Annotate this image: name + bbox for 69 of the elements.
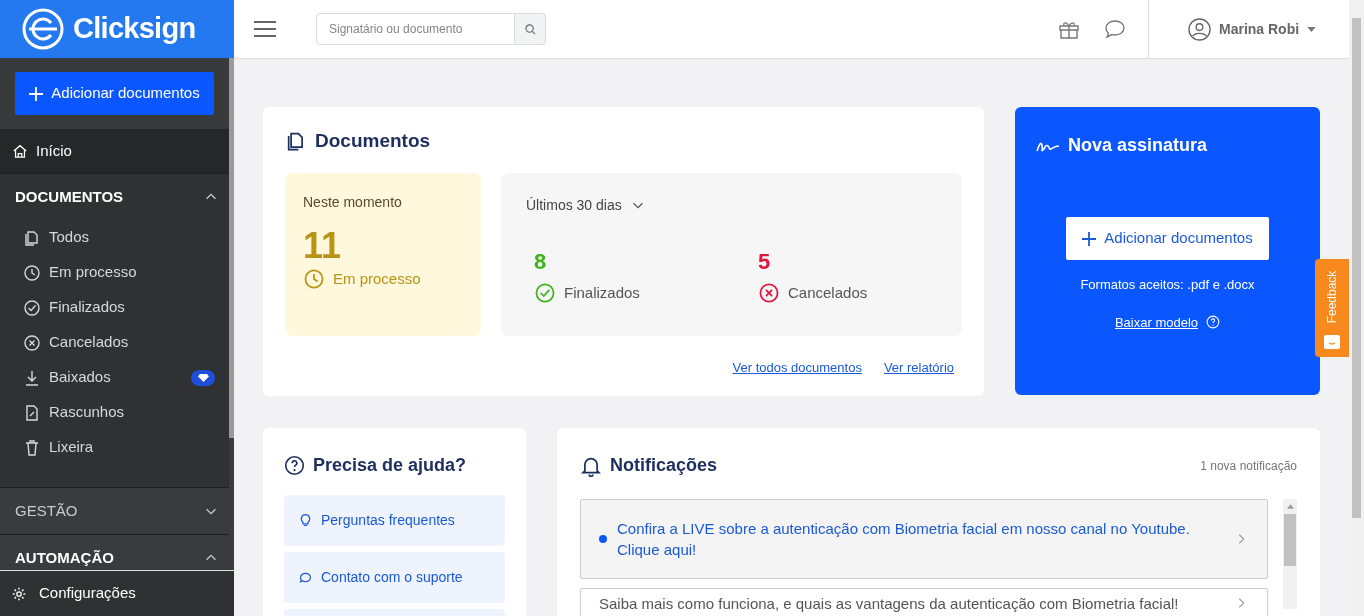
panel-label: Neste momento: [303, 192, 403, 212]
scroll-up-icon[interactable]: [1286, 504, 1294, 509]
section-header[interactable]: AUTOMAÇÃO: [0, 535, 229, 570]
x-circle-icon: [758, 281, 780, 304]
brand-name: Clicksign: [73, 11, 196, 47]
sidebar-item[interactable]: Rascunhos: [0, 395, 229, 430]
stat-label: Finalizados: [564, 282, 640, 303]
x-circle-icon: [23, 333, 41, 352]
scroll-thumb[interactable]: [1352, 18, 1361, 518]
card-title: Nova assinatura: [1068, 134, 1208, 157]
report-link[interactable]: Ver relatório: [883, 357, 954, 377]
card-title: Notificações: [610, 454, 719, 477]
sidebar-item[interactable]: Baixados: [0, 360, 229, 395]
help-link[interactable]: Perguntas frequentes: [284, 495, 505, 546]
period-dropdown[interactable]: Últimos 30 dias: [526, 194, 646, 216]
in-process-label: Em processo: [333, 268, 421, 289]
card-title: Precisa de ajuda?: [313, 454, 467, 477]
in-process-count: 11: [303, 223, 343, 268]
search-button[interactable]: [515, 13, 546, 45]
edit-document-icon: [23, 403, 41, 422]
section-header[interactable]: DOCUMENTOS: [0, 174, 229, 220]
smiley-icon: [1324, 335, 1340, 349]
documents-icon: [23, 228, 41, 247]
settings-item[interactable]: Configurações: [0, 571, 234, 616]
clock-icon: [23, 263, 41, 282]
lightbulb-icon: [298, 513, 313, 528]
home-item[interactable]: Início: [0, 129, 229, 173]
stat-count: 8: [534, 247, 548, 276]
sidebar-item[interactable]: Cancelados: [0, 325, 229, 360]
notification-text: Saiba mais como funciona, e quais as vantagens da autenticação com Biometria facial!: [599, 593, 1180, 614]
plus-icon: [1082, 231, 1097, 246]
chat-icon[interactable]: [1103, 17, 1127, 41]
user-menu[interactable]: Marina Robi: [1219, 18, 1317, 40]
card-title: Documentos: [315, 129, 431, 153]
notification-text: Confira a LIVE sobre a autenticação com Biometria facial em nosso canal no Youtube. Clique aqui!: [617, 519, 1191, 560]
menu-icon[interactable]: [254, 20, 276, 38]
caret-down-icon: [1307, 26, 1317, 32]
notification-item[interactable]: Saiba mais como funciona, e quais as vantagens da autenticação com Biometria facial!: [580, 588, 1268, 616]
sidebar-item[interactable]: Todos: [0, 220, 229, 255]
plus-icon: [29, 86, 44, 101]
search-field[interactable]: Signatário ou documento: [316, 13, 515, 45]
trash-icon: [23, 438, 41, 457]
help-icon: [1206, 315, 1221, 330]
help-icon: [284, 455, 305, 476]
check-circle-icon: [534, 281, 556, 304]
add-documents-button[interactable]: Adicionar documentos: [15, 72, 214, 115]
download-icon: [23, 368, 41, 387]
sidebar-item[interactable]: Lixeira: [0, 430, 229, 465]
user-avatar-icon: [1188, 17, 1211, 41]
section-header[interactable]: GESTÃO: [0, 488, 229, 534]
clock-icon: [303, 267, 325, 290]
download-template-link[interactable]: Baixar modelo: [1114, 312, 1199, 332]
settings-icon: [11, 585, 27, 602]
logo-icon: [21, 7, 65, 51]
sidebar-item[interactable]: Em processo: [0, 255, 229, 290]
report-link[interactable]: Ver todos documentos: [732, 357, 862, 377]
notification-item[interactable]: Confira a LIVE sobre a autenticação com Biometria facial em nosso canal no Youtube. Clique aqui!: [580, 499, 1268, 579]
check-circle-icon: [23, 298, 41, 317]
add-documents-button[interactable]: Adicionar documentos: [1066, 217, 1269, 260]
stat-label: Cancelados: [788, 282, 868, 303]
chat-bubble-icon: [298, 570, 313, 585]
stat-count: 5: [758, 247, 772, 276]
help-link[interactable]: Contato com o suporte: [284, 552, 505, 603]
accepted-formats: Formatos aceitos: .pdf e .docx: [1080, 276, 1255, 294]
scroll-thumb[interactable]: [1284, 514, 1296, 566]
notification-count: 1 nova notificação: [1200, 457, 1297, 475]
sidebar-item[interactable]: Finalizados: [0, 290, 229, 325]
search-icon: [524, 23, 536, 35]
home-icon: [12, 143, 28, 159]
